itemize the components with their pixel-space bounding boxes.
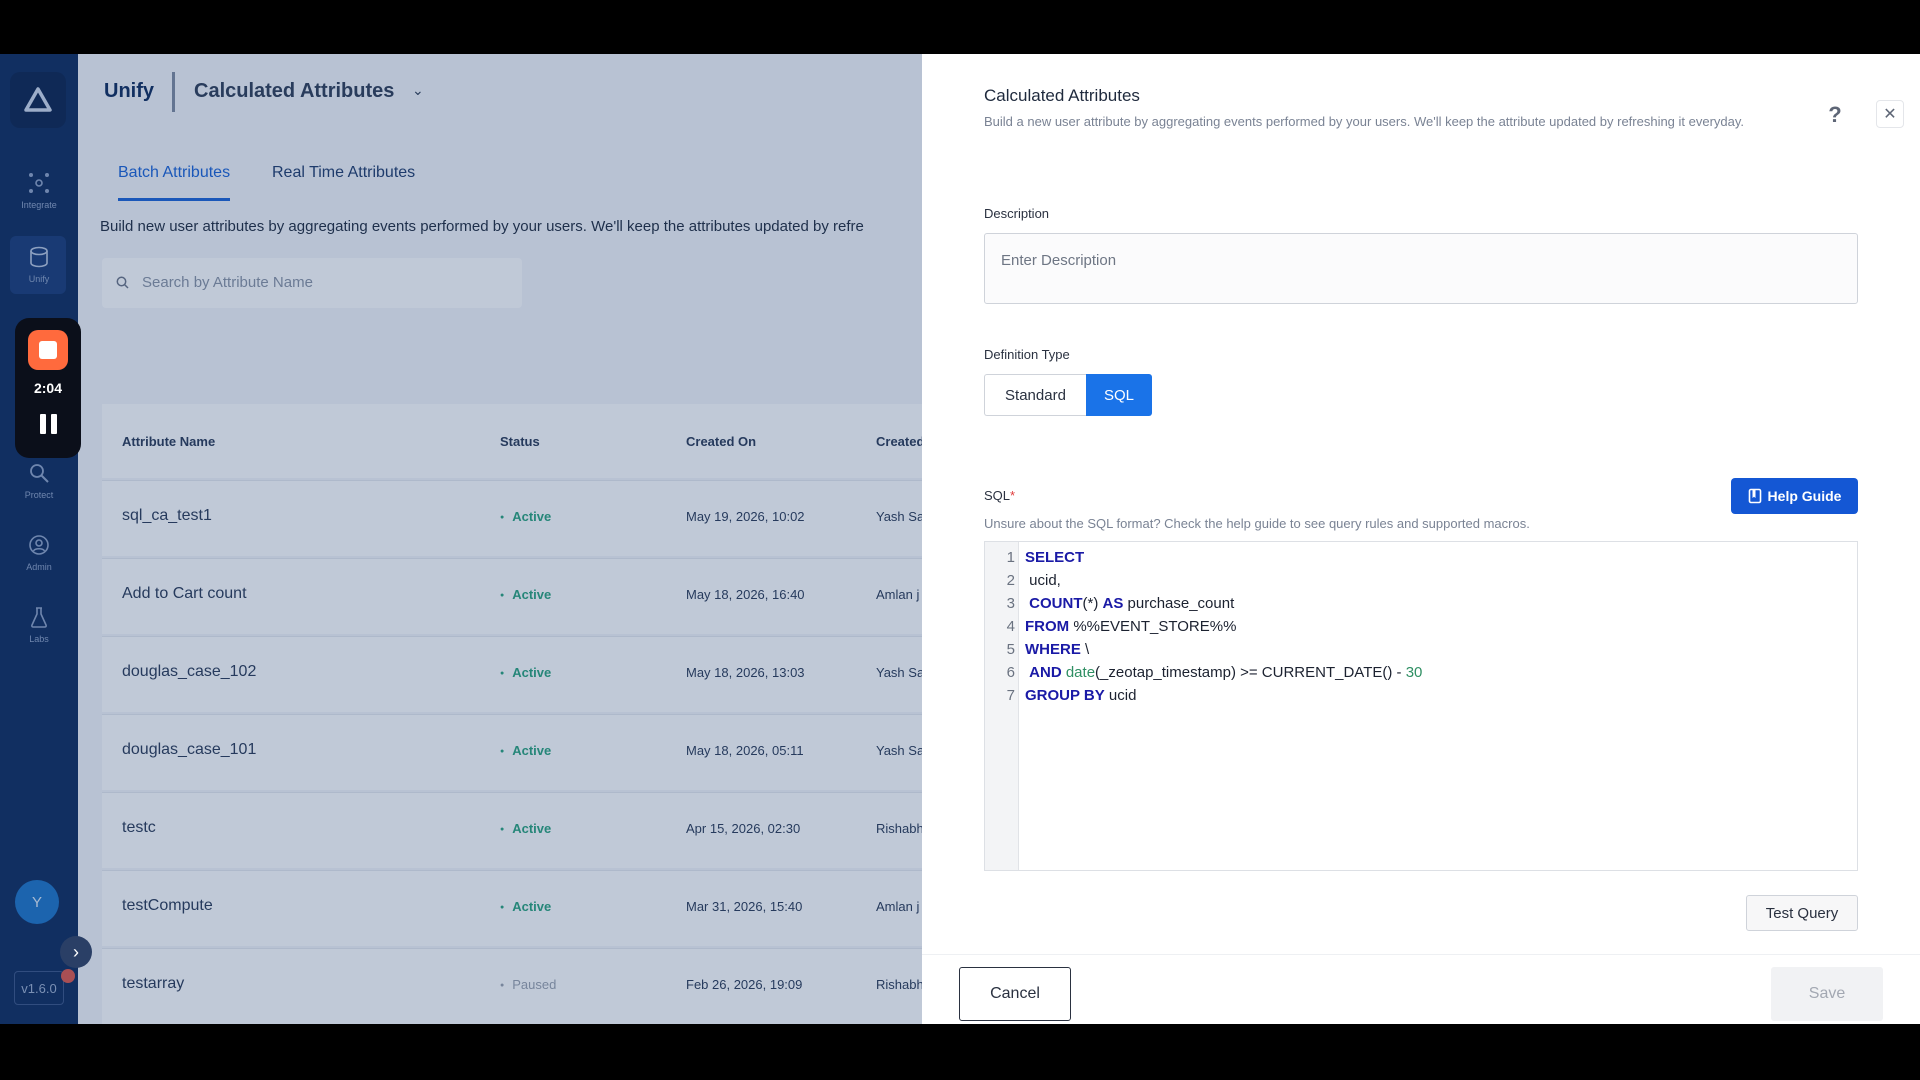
line-number: 2 bbox=[1006, 572, 1015, 589]
line-number: 4 bbox=[1006, 618, 1015, 635]
sql-label-text: SQL bbox=[984, 488, 1011, 503]
save-button[interactable]: Save bbox=[1771, 967, 1883, 1021]
line-number: 6 bbox=[1006, 664, 1015, 681]
test-query-button[interactable]: Test Query bbox=[1746, 895, 1858, 931]
calculated-attribute-panel: Calculated Attributes Build a new user a… bbox=[922, 54, 1920, 1024]
code-line: WHERE \ bbox=[1025, 641, 1090, 658]
help-icon[interactable]: ? bbox=[1822, 102, 1848, 128]
code-line: ucid, bbox=[1025, 572, 1061, 589]
line-number: 1 bbox=[1006, 549, 1015, 566]
code-line: SELECT bbox=[1025, 549, 1084, 566]
line-number: 3 bbox=[1006, 595, 1015, 612]
help-guide-button[interactable]: Help Guide bbox=[1731, 478, 1858, 514]
line-number: 5 bbox=[1006, 641, 1015, 658]
code-line: AND date(_zeotap_timestamp) >= CURRENT_D… bbox=[1029, 664, 1423, 681]
panel-title: Calculated Attributes bbox=[984, 86, 1140, 105]
description-placeholder: Enter Description bbox=[1001, 252, 1117, 269]
book-icon bbox=[1748, 488, 1761, 504]
pause-recording-button[interactable] bbox=[15, 414, 81, 434]
definition-sql-option[interactable]: SQL bbox=[1086, 374, 1152, 416]
expand-sidebar-button[interactable]: › bbox=[60, 936, 92, 968]
sql-hint: Unsure about the SQL format? Check the h… bbox=[984, 516, 1530, 531]
cancel-button[interactable]: Cancel bbox=[959, 967, 1071, 1021]
stop-icon bbox=[39, 341, 57, 359]
sql-label: SQL* bbox=[984, 488, 1015, 503]
sql-editor[interactable]: 1 2 3 4 5 6 7 SELECT ucid, COUNT(*) AS p… bbox=[984, 541, 1858, 871]
code-line: COUNT(*) AS purchase_count bbox=[1029, 595, 1235, 612]
description-field[interactable]: Enter Description bbox=[984, 233, 1858, 304]
sql-keyword: SELECT bbox=[1025, 549, 1085, 566]
help-guide-label: Help Guide bbox=[1767, 488, 1842, 504]
editor-gutter: 1 2 3 4 5 6 7 bbox=[985, 542, 1019, 870]
screen-recorder-widget: 2:04 bbox=[15, 318, 81, 458]
close-icon[interactable]: ✕ bbox=[1876, 100, 1904, 128]
required-mark: * bbox=[1010, 488, 1016, 503]
footer-divider bbox=[922, 954, 1920, 955]
description-label: Description bbox=[984, 206, 1050, 221]
modal-backdrop[interactable] bbox=[0, 54, 922, 1024]
definition-standard-option[interactable]: Standard bbox=[984, 374, 1086, 416]
code-line: FROM %%EVENT_STORE%% bbox=[1025, 618, 1237, 635]
code-line: GROUP BY ucid bbox=[1025, 687, 1137, 704]
definition-type-toggle: Standard SQL bbox=[984, 374, 1152, 416]
app-frame: Integrate Unify Protect Admin Labs Y v1.… bbox=[0, 54, 1920, 1024]
definition-type-label: Definition Type bbox=[984, 347, 1070, 362]
stop-recording-button[interactable] bbox=[28, 330, 68, 370]
line-number: 7 bbox=[1006, 687, 1015, 704]
recording-timer: 2:04 bbox=[33, 380, 63, 396]
panel-subtitle: Build a new user attribute by aggregatin… bbox=[984, 114, 1745, 129]
pause-icon bbox=[39, 414, 46, 434]
